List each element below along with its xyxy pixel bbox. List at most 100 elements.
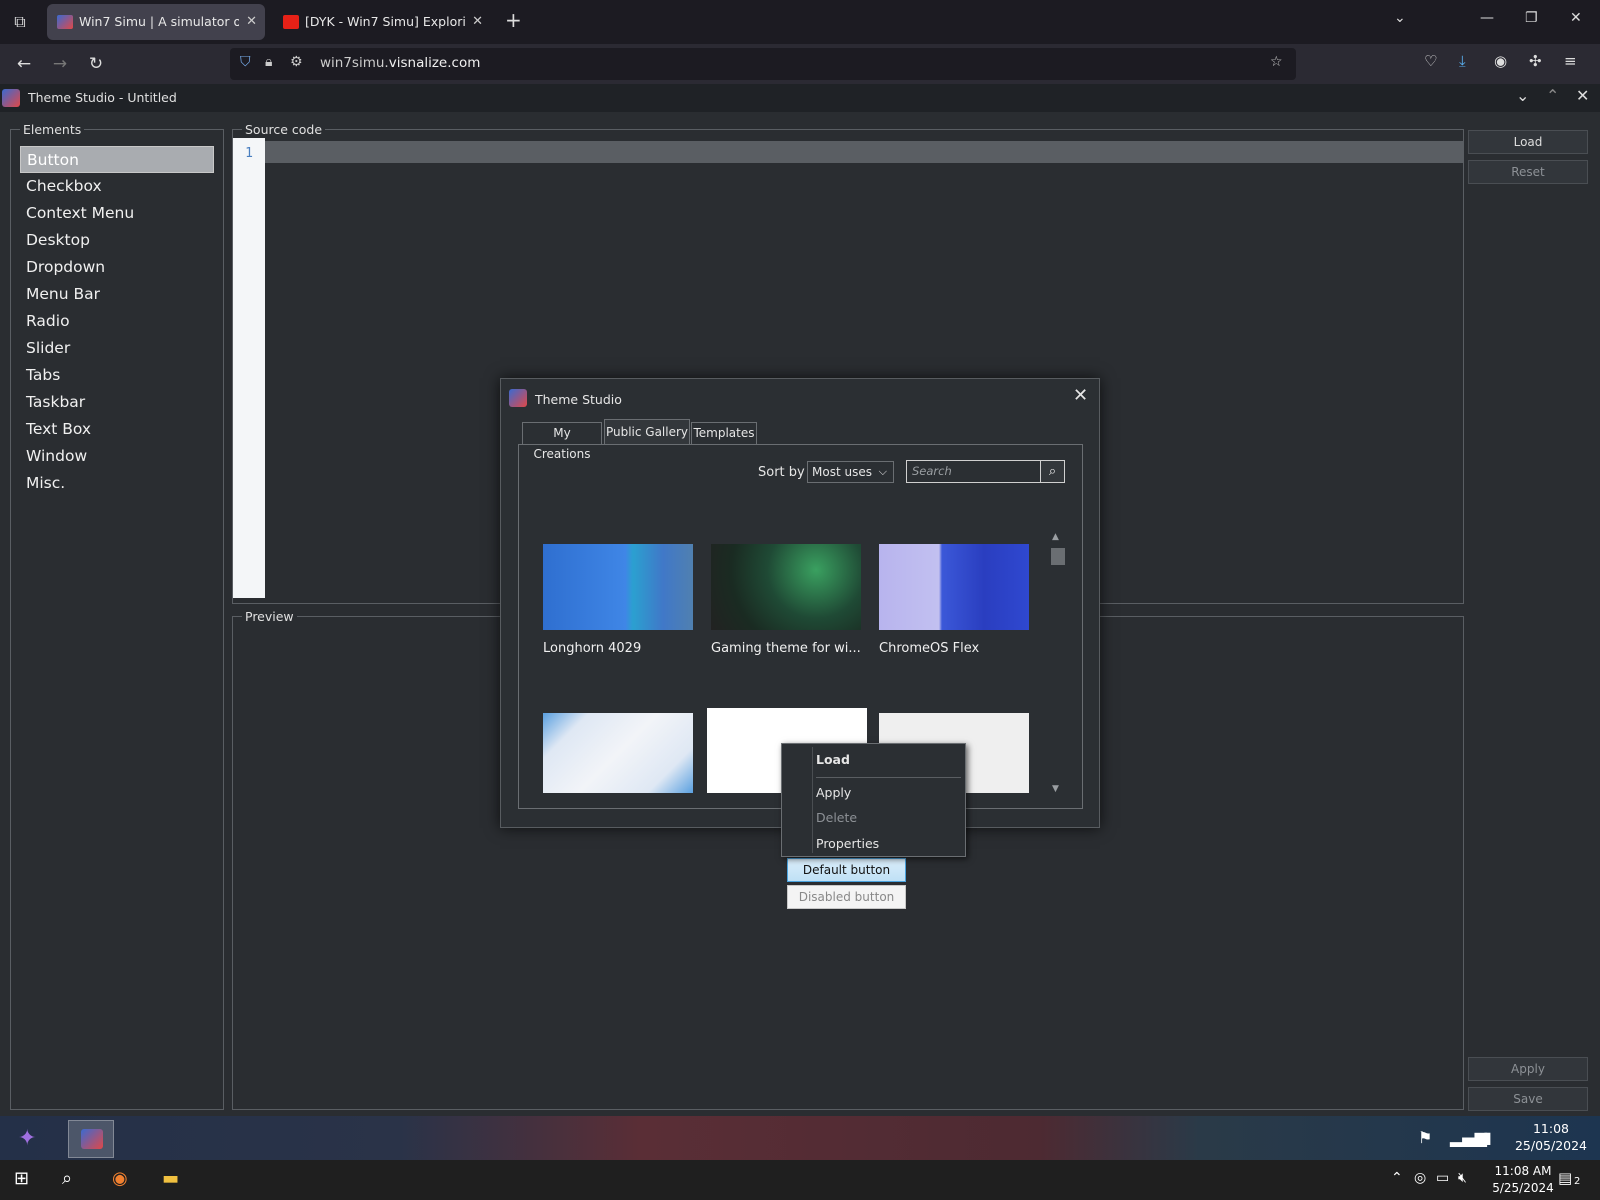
search-input[interactable]: Search (906, 460, 1042, 483)
win7simu-favicon-icon (57, 15, 73, 29)
tab-templates[interactable]: Templates (691, 422, 757, 444)
chevron-down-icon[interactable]: ⌄ (1516, 86, 1529, 105)
bookmark-star-icon[interactable]: ☆ (1270, 54, 1283, 70)
system-clock[interactable]: 11:08 AM 5/25/2024 (1478, 1163, 1568, 1197)
scrollbar-thumb[interactable] (1051, 548, 1065, 565)
url-text[interactable]: win7simu.visnalize.com (320, 55, 480, 71)
reset-button[interactable]: Reset (1468, 160, 1588, 184)
app-title: Theme Studio - Untitled (28, 90, 177, 105)
search-icon[interactable]: ⌕ (62, 1168, 72, 1189)
sort-by-label: Sort by (758, 465, 805, 480)
network-icon[interactable]: ▂▄▆ (1450, 1128, 1487, 1147)
search-placeholder: Search (912, 464, 952, 478)
shield-icon[interactable]: ⛉ (240, 54, 251, 70)
tab-public-gallery[interactable]: Public Gallery (604, 419, 690, 445)
browser-tab-youtube[interactable]: [DYK - Win7 Simu] Exploring Th ✕ (273, 4, 491, 40)
windows-start-icon[interactable]: ⊞ (14, 1168, 29, 1189)
preview-default-button[interactable]: Default button (787, 858, 906, 882)
gallery-item-label[interactable]: Longhorn 4029 (543, 641, 641, 656)
element-item-button[interactable]: Button (20, 146, 214, 173)
tab-my-creations[interactable]: My Creations (522, 422, 602, 461)
chevron-down-icon[interactable]: ⌄ (1394, 10, 1406, 26)
element-item-misc[interactable]: Misc. (20, 470, 214, 497)
browser-tabstrip: ⧉ Win7 Simu | A simulator of Win ✕ [DYK … (0, 0, 1600, 44)
site-settings-icon[interactable]: ⚙ (290, 54, 303, 70)
system-date: 5/25/2024 (1492, 1181, 1554, 1195)
volume-muted-icon[interactable]: 🔇︎ (1458, 1170, 1467, 1186)
chevron-up-icon[interactable]: ⌃ (1391, 1170, 1403, 1186)
taskbar-app-theme-studio[interactable] (68, 1120, 114, 1158)
context-menu-properties[interactable]: Properties (816, 836, 879, 851)
new-tab-icon[interactable]: + (505, 8, 522, 32)
line-number: 1 (245, 146, 253, 161)
url-bar[interactable]: ⛉ 🔒︎ ⚙ win7simu.visnalize.com ☆ (230, 48, 1296, 80)
element-item-slider[interactable]: Slider (20, 335, 214, 362)
element-item-menu-bar[interactable]: Menu Bar (20, 281, 214, 308)
battery-icon[interactable]: ▮ (1483, 1128, 1492, 1147)
menu-icon[interactable]: ≡ (1564, 52, 1577, 70)
flag-icon[interactable]: ⚑ (1418, 1128, 1432, 1147)
element-item-checkbox[interactable]: Checkbox (20, 173, 214, 200)
element-item-window[interactable]: Window (20, 443, 214, 470)
browser-tab-win7simu[interactable]: Win7 Simu | A simulator of Win ✕ (47, 4, 265, 40)
gallery-thumbnail[interactable] (711, 544, 861, 630)
sort-dropdown[interactable]: Most uses ⌵ (807, 461, 894, 483)
element-item-radio[interactable]: Radio (20, 308, 214, 335)
lock-icon[interactable]: 🔒︎ (265, 54, 272, 70)
element-item-context-menu[interactable]: Context Menu (20, 200, 214, 227)
tab-list-icon[interactable]: ⧉ (8, 10, 32, 34)
file-explorer-icon[interactable]: ▬ (162, 1168, 179, 1189)
element-item-dropdown[interactable]: Dropdown (20, 254, 214, 281)
element-item-text-box[interactable]: Text Box (20, 416, 214, 443)
account-icon[interactable]: ◉ (1494, 52, 1507, 70)
reload-icon[interactable]: ↻ (84, 52, 108, 76)
load-button[interactable]: Load (1468, 130, 1588, 154)
element-item-desktop[interactable]: Desktop (20, 227, 214, 254)
context-menu-apply[interactable]: Apply (816, 785, 851, 800)
save-button[interactable]: Save (1468, 1087, 1588, 1111)
firefox-icon[interactable]: ◉ (112, 1168, 128, 1189)
scroll-up-icon[interactable]: ▲ (1052, 532, 1059, 542)
gallery-scrollbar[interactable]: ▲ ▼ (1049, 532, 1066, 797)
network-icon[interactable]: ▭ (1436, 1170, 1449, 1186)
gallery-thumbnail[interactable] (879, 544, 1029, 630)
simulated-time: 11:08 (1532, 1121, 1570, 1136)
apply-button[interactable]: Apply (1468, 1057, 1588, 1081)
gallery-item-label[interactable]: ChromeOS Flex (879, 641, 979, 656)
gallery-thumbnail[interactable] (543, 544, 693, 630)
element-item-tabs[interactable]: Tabs (20, 362, 214, 389)
element-item-taskbar[interactable]: Taskbar (20, 389, 214, 416)
preview-disabled-button: Disabled button (787, 885, 906, 909)
meet-now-icon[interactable]: ◎ (1414, 1170, 1426, 1186)
windows-taskbar: ⊞ ⌕ ◉ ▬ ⌃ ◎ ▭ 🔇︎ 11:08 AM 5/25/2024 ▤ 2 (0, 1160, 1600, 1200)
download-icon[interactable]: ⤓ (1459, 52, 1466, 70)
url-prefix: win7simu. (320, 55, 389, 71)
simulated-date: 25/05/2024 (1514, 1138, 1588, 1153)
context-menu-load[interactable]: Load (816, 752, 850, 767)
context-menu-gutter (812, 747, 813, 853)
close-tab-icon[interactable]: ✕ (246, 4, 257, 40)
minimize-icon[interactable]: — (1480, 10, 1494, 26)
restore-icon[interactable]: ❐ (1525, 10, 1538, 26)
browser-tab-title: Win7 Simu | A simulator of Win (79, 14, 239, 29)
chevron-up-icon[interactable]: ⌃ (1546, 86, 1559, 105)
scroll-down-icon[interactable]: ▼ (1052, 784, 1059, 794)
gallery-item-label[interactable]: Gaming theme for wi... (711, 641, 861, 656)
close-icon[interactable]: ✕ (1073, 385, 1088, 406)
notification-icon[interactable]: ▤ (1558, 1169, 1572, 1187)
close-window-icon[interactable]: ✕ (1570, 10, 1582, 26)
context-menu-delete: Delete (816, 810, 858, 825)
browser-navbar: ← → ↻ ⛉ 🔒︎ ⚙ win7simu.visnalize.com ☆ ♡ … (0, 44, 1600, 84)
pocket-icon[interactable]: ♡ (1424, 52, 1437, 70)
close-tab-icon[interactable]: ✕ (472, 4, 483, 40)
search-button[interactable]: ⌕ (1040, 460, 1065, 483)
simulated-clock[interactable]: 11:08 25/05/2024 (1506, 1120, 1596, 1154)
start-orb-icon[interactable]: ✦ (18, 1126, 36, 1151)
forward-icon[interactable]: → (48, 52, 72, 76)
gallery-thumbnail[interactable] (543, 713, 693, 793)
context-menu-separator (816, 777, 961, 778)
dialog-logo-icon (509, 389, 527, 407)
close-app-icon[interactable]: ✕ (1576, 86, 1589, 105)
back-icon[interactable]: ← (12, 52, 36, 76)
extensions-icon[interactable]: ✣ (1529, 52, 1542, 70)
